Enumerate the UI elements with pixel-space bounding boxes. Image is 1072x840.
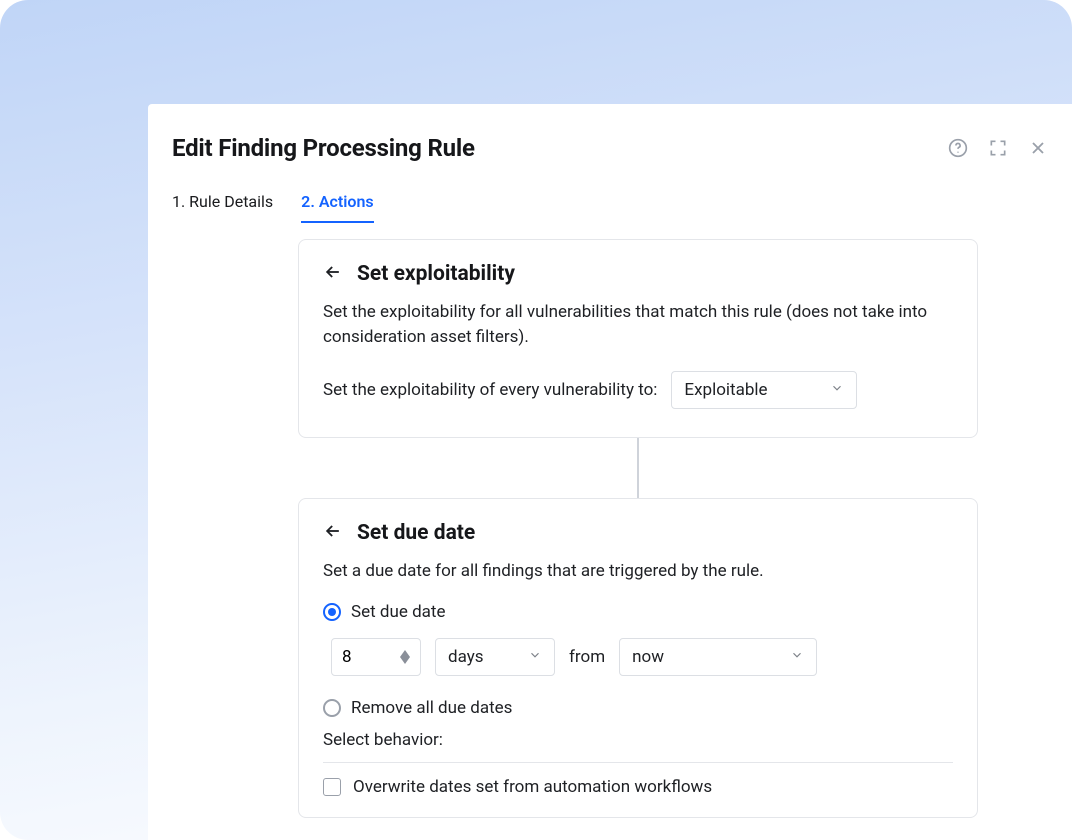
dialog-panel: Edit Finding Processing Rule 1. Rule Det… <box>148 104 1072 840</box>
card-description: Set the exploitability for all vulnerabi… <box>323 300 953 349</box>
select-value: now <box>632 647 664 667</box>
due-number-input[interactable]: 8 <box>331 638 421 676</box>
num-value: 8 <box>342 647 352 667</box>
radio-off-icon <box>323 699 341 717</box>
from-label: from <box>569 647 605 667</box>
radio-remove-due-dates[interactable]: Remove all due dates <box>323 698 953 718</box>
close-icon[interactable] <box>1028 138 1048 158</box>
chevron-down-icon <box>830 380 844 400</box>
header-actions <box>948 138 1048 158</box>
tab-bar: 1. Rule Details 2. Actions <box>148 162 1072 223</box>
number-stepper[interactable] <box>400 650 410 664</box>
select-value: Exploitable <box>684 380 767 400</box>
card-set-exploitability: Set exploitability Set the exploitabilit… <box>298 239 978 438</box>
back-arrow-icon[interactable] <box>323 262 343 286</box>
card-title: Set due date <box>357 521 475 545</box>
back-arrow-icon[interactable] <box>323 521 343 545</box>
chevron-down-icon <box>790 647 804 667</box>
unit-select[interactable]: days <box>435 638 555 676</box>
tab-actions[interactable]: 2. Actions <box>301 192 373 223</box>
exploitability-prompt: Set the exploitability of every vulnerab… <box>323 380 657 400</box>
checkbox-label: Overwrite dates set from automation work… <box>353 777 712 797</box>
select-value: days <box>448 647 484 667</box>
checkbox-overwrite-row[interactable]: Overwrite dates set from automation work… <box>323 777 953 797</box>
card-description: Set a due date for all findings that are… <box>323 559 953 584</box>
backdrop: Edit Finding Processing Rule 1. Rule Det… <box>0 0 1072 840</box>
radio-label: Set due date <box>351 602 446 622</box>
tab-rule-details[interactable]: 1. Rule Details <box>172 192 273 223</box>
chevron-down-icon <box>528 647 542 667</box>
checkbox-icon <box>323 778 341 796</box>
behavior-label: Select behavior: <box>323 730 953 750</box>
dialog-title: Edit Finding Processing Rule <box>172 134 475 162</box>
divider <box>323 762 953 763</box>
fullscreen-icon[interactable] <box>988 138 1008 158</box>
due-date-config-row: 8 days from now <box>331 638 953 676</box>
card-set-due-date: Set due date Set a due date for all find… <box>298 498 978 818</box>
content-area: Set exploitability Set the exploitabilit… <box>148 223 1072 818</box>
radio-on-icon <box>323 603 341 621</box>
help-icon[interactable] <box>948 138 968 158</box>
connector-line <box>637 438 639 498</box>
exploitability-select[interactable]: Exploitable <box>671 371 857 409</box>
dialog-header: Edit Finding Processing Rule <box>148 104 1072 162</box>
radio-label: Remove all due dates <box>351 698 512 718</box>
card-title: Set exploitability <box>357 262 515 286</box>
from-select[interactable]: now <box>619 638 817 676</box>
connector-wrap <box>298 438 978 498</box>
radio-set-due-date[interactable]: Set due date <box>323 602 953 622</box>
